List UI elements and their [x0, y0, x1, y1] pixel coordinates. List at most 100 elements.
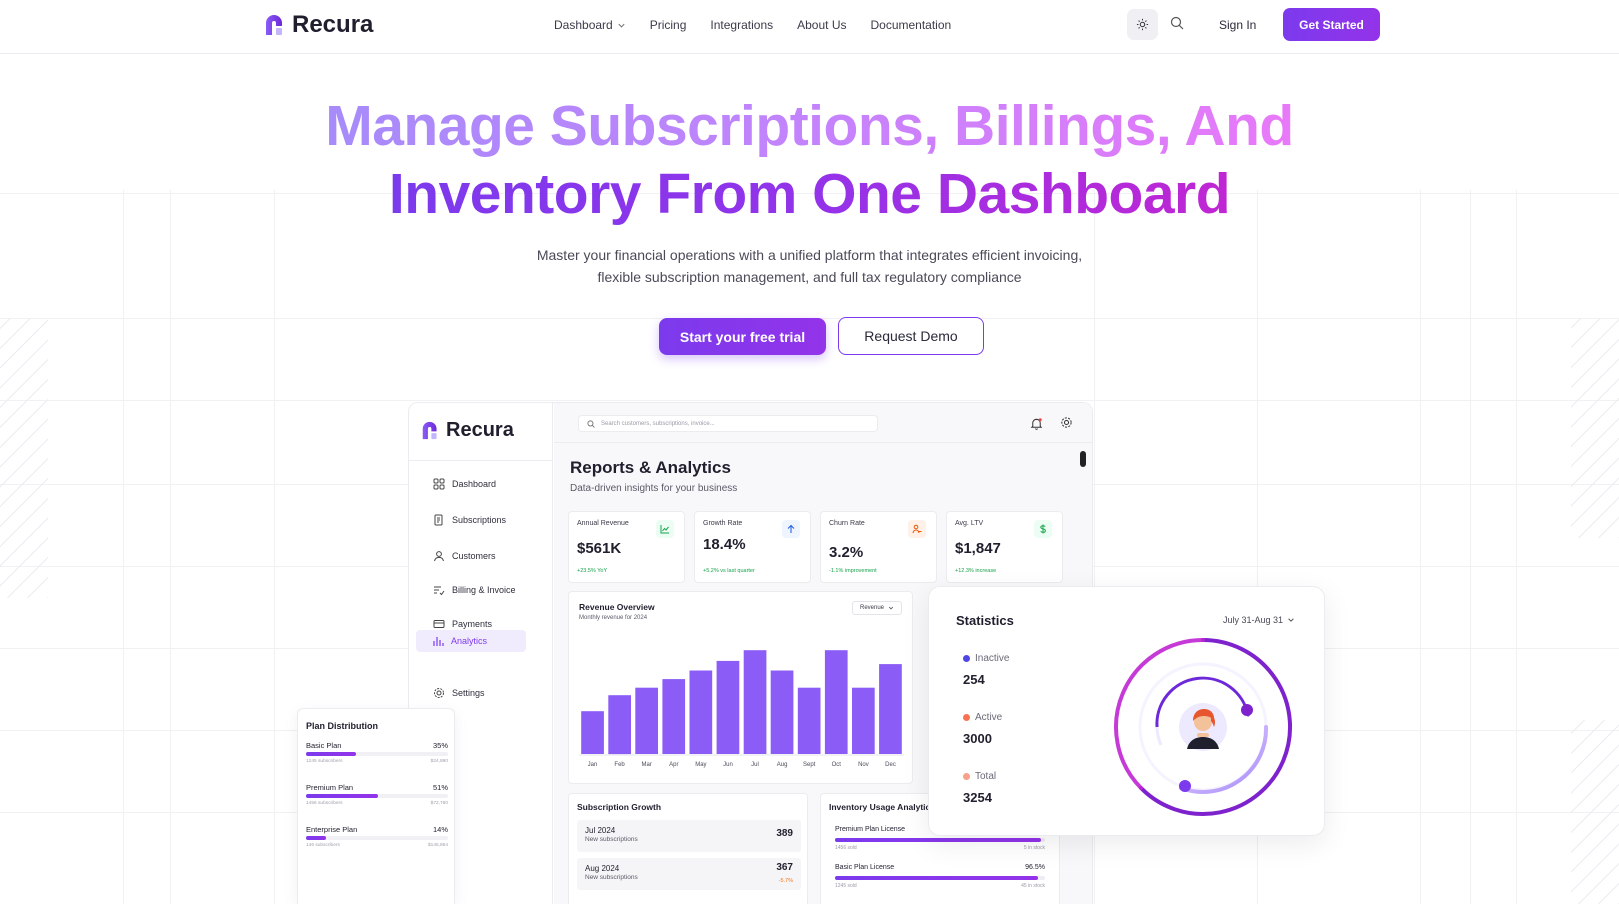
statistics-title: Statistics: [956, 613, 1014, 628]
sun-icon: [1136, 18, 1149, 31]
nav-pricing[interactable]: Pricing: [650, 18, 687, 32]
search-button[interactable]: [1167, 13, 1187, 33]
app-brand-name: Recura: [446, 419, 514, 441]
plan-name: Basic Plan: [306, 741, 342, 750]
sidebar-item-payments[interactable]: Payments: [433, 618, 492, 630]
hero-title-line1: Manage Subscriptions, Billings, And: [325, 94, 1294, 158]
stat-value: 3254: [963, 790, 992, 805]
inventory-progress-track: [835, 838, 1045, 842]
request-demo-button[interactable]: Request Demo: [838, 317, 984, 355]
inventory-progress-fill: [835, 876, 1038, 880]
row-value: 367: [776, 862, 793, 873]
kpi-card: Avg. LTV $1,847 +12.3% increase: [946, 511, 1063, 583]
arrow-up-icon: [787, 524, 795, 533]
bar-sept[interactable]: [797, 687, 821, 754]
sidebar-item-billing-invoice[interactable]: Billing & Invoice: [433, 584, 516, 596]
plan-percent: 35%: [432, 741, 448, 750]
bar-chart-icon: [433, 637, 444, 646]
sidebar-item-subscriptions[interactable]: Subscriptions: [433, 514, 506, 526]
plan-percent: 51%: [432, 783, 448, 792]
brand-name: Recura: [292, 11, 374, 38]
get-started-button[interactable]: Get Started: [1283, 8, 1380, 41]
hero-subtitle: Master your financial operations with a …: [0, 244, 1619, 288]
kpi-change: +12.3% increase: [955, 568, 997, 574]
inventory-stock: 45 in stock: [1021, 883, 1045, 889]
row-label: New subscriptions: [585, 836, 638, 843]
bar-dec[interactable]: [879, 664, 902, 754]
start-free-trial-button[interactable]: Start your free trial: [659, 318, 826, 355]
bar-jul[interactable]: [743, 650, 767, 754]
row-month: Aug 2024: [585, 864, 620, 873]
bell-icon[interactable]: [1030, 417, 1043, 430]
bar-apr[interactable]: [662, 679, 686, 754]
sidebar-item-analytics[interactable]: Analytics: [416, 630, 526, 652]
bar-aug[interactable]: [770, 670, 794, 755]
plan-progress-track: [306, 752, 448, 756]
bar-mar[interactable]: [635, 687, 658, 754]
kpi-value: $561K: [577, 540, 622, 557]
inventory-sold: 1245 sold: [835, 883, 857, 889]
hero-title: Manage Subscriptions, Billings, And Inve…: [0, 92, 1619, 228]
bar-may[interactable]: [689, 670, 713, 755]
kpi-card: Annual Revenue $561K +23.5% YoY: [568, 511, 685, 583]
main-nav: Dashboard Pricing Integrations About Us …: [554, 18, 951, 32]
ring-marker: [1179, 780, 1191, 792]
scrollbar-thumb[interactable]: [1080, 451, 1086, 467]
x-tick-label: Mar: [642, 762, 652, 768]
gear-icon[interactable]: [1060, 416, 1073, 429]
status-dot: [963, 714, 970, 721]
bar-jan[interactable]: [581, 711, 604, 754]
row-value: 389: [776, 828, 793, 839]
nav-documentation[interactable]: Documentation: [870, 18, 951, 32]
theme-toggle-button[interactable]: [1127, 9, 1158, 40]
kpi-value: 3.2%: [829, 544, 864, 561]
date-range-select[interactable]: July 31-Aug 31: [1223, 615, 1295, 625]
chevron-down-icon: [1288, 618, 1294, 622]
kpi-change: +23.5% YoY: [577, 568, 608, 574]
sidebar-item-dashboard[interactable]: Dashboard: [433, 478, 496, 490]
logo-icon: [422, 421, 437, 440]
app-topbar: Search customers, subscriptions, invoice…: [554, 403, 1092, 443]
nav-about-us[interactable]: About Us: [797, 18, 846, 32]
plan-progress-fill: [306, 794, 379, 798]
bar-oct[interactable]: [824, 650, 848, 754]
x-tick-label: Jul: [751, 762, 759, 768]
statistics-card: Statistics July 31-Aug 31 Inactive 254 A…: [928, 586, 1325, 836]
plan-progress-fill: [306, 836, 326, 840]
sign-in-link[interactable]: Sign In: [1219, 18, 1256, 32]
nav-integrations[interactable]: Integrations: [710, 18, 773, 32]
stat-value: 254: [963, 672, 985, 687]
kpi-icon-box: [656, 520, 674, 538]
kpi-change: +5.2% vs last quarter: [703, 568, 755, 574]
kpi-icon-box: [1034, 520, 1052, 538]
sidebar-divider: [409, 460, 552, 461]
subscription-growth-title: Subscription Growth: [577, 802, 662, 812]
app-logo[interactable]: Recura: [421, 419, 514, 442]
plan-subscribers: 146 subscribers: [306, 843, 340, 848]
sidebar-item-label: Dashboard: [452, 479, 497, 489]
plan-amount: $24,890: [430, 759, 448, 764]
kpi-value: 18.4%: [703, 536, 746, 553]
nav-dashboard[interactable]: Dashboard: [554, 18, 626, 32]
row-label: New subscriptions: [585, 874, 638, 881]
bar-nov[interactable]: [852, 687, 875, 754]
plan-progress-fill: [306, 752, 356, 756]
revenue-bar-chart: Jan Feb Mar Apr May Jun Jul Aug Sept Oct Nov Dec: [579, 650, 904, 768]
plan-progress-track: [306, 836, 448, 840]
x-tick-label: Dec: [885, 762, 896, 768]
sidebar-item-label: Settings: [452, 688, 485, 698]
inventory-progress-track: [835, 876, 1045, 880]
sidebar-item-customers[interactable]: Customers: [433, 550, 496, 562]
brand-logo[interactable]: Recura: [264, 11, 373, 39]
list-check-icon: [434, 586, 445, 596]
status-dot: [963, 655, 970, 662]
app-search-input[interactable]: Search customers, subscriptions, invoice…: [578, 415, 878, 432]
grid-icon: [433, 478, 445, 490]
stat-label: Inactive: [975, 653, 1010, 664]
x-tick-label: Aug: [777, 762, 788, 768]
sidebar-item-label: Payments: [452, 619, 493, 629]
bar-feb[interactable]: [608, 695, 631, 755]
plan-amount: $145,864: [427, 843, 448, 848]
bar-jun[interactable]: [716, 660, 740, 754]
sidebar-item-settings[interactable]: Settings: [433, 687, 485, 699]
